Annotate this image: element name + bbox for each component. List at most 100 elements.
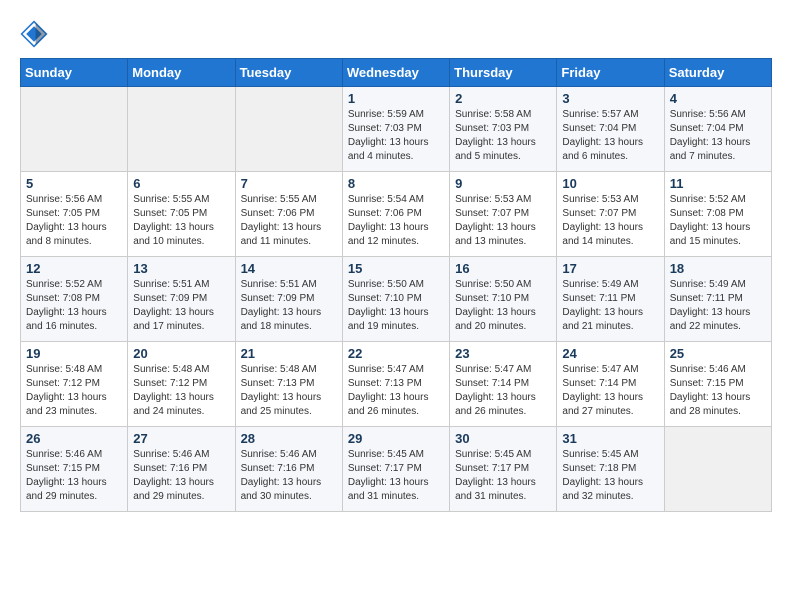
day-number: 10	[562, 176, 658, 191]
calendar-week-row: 26 Sunrise: 5:46 AM Sunset: 7:15 PM Dayli…	[21, 427, 772, 512]
weekday-header-cell: Sunday	[21, 59, 128, 87]
calendar-cell: 24 Sunrise: 5:47 AM Sunset: 7:14 PM Dayli…	[557, 342, 664, 427]
day-number: 25	[670, 346, 766, 361]
calendar-cell: 15 Sunrise: 5:50 AM Sunset: 7:10 PM Dayli…	[342, 257, 449, 342]
calendar-cell: 8 Sunrise: 5:54 AM Sunset: 7:06 PM Daylig…	[342, 172, 449, 257]
day-info: Sunrise: 5:47 AM Sunset: 7:14 PM Dayligh…	[562, 363, 658, 419]
day-info: Sunrise: 5:48 AM Sunset: 7:12 PM Dayligh…	[133, 363, 229, 419]
weekday-header-cell: Monday	[128, 59, 235, 87]
weekday-header-cell: Wednesday	[342, 59, 449, 87]
calendar-week-row: 19 Sunrise: 5:48 AM Sunset: 7:12 PM Dayli…	[21, 342, 772, 427]
day-number: 11	[670, 176, 766, 191]
weekday-header-cell: Tuesday	[235, 59, 342, 87]
day-info: Sunrise: 5:48 AM Sunset: 7:12 PM Dayligh…	[26, 363, 122, 419]
calendar-cell: 20 Sunrise: 5:48 AM Sunset: 7:12 PM Dayli…	[128, 342, 235, 427]
calendar-cell: 29 Sunrise: 5:45 AM Sunset: 7:17 PM Dayli…	[342, 427, 449, 512]
logo	[20, 20, 50, 48]
calendar-cell: 23 Sunrise: 5:47 AM Sunset: 7:14 PM Dayli…	[450, 342, 557, 427]
weekday-header-cell: Thursday	[450, 59, 557, 87]
calendar-cell: 10 Sunrise: 5:53 AM Sunset: 7:07 PM Dayli…	[557, 172, 664, 257]
calendar-cell: 14 Sunrise: 5:51 AM Sunset: 7:09 PM Dayli…	[235, 257, 342, 342]
day-info: Sunrise: 5:56 AM Sunset: 7:04 PM Dayligh…	[670, 108, 766, 164]
day-number: 3	[562, 91, 658, 106]
day-number: 30	[455, 431, 551, 446]
day-number: 14	[241, 261, 337, 276]
calendar-cell: 16 Sunrise: 5:50 AM Sunset: 7:10 PM Dayli…	[450, 257, 557, 342]
day-info: Sunrise: 5:54 AM Sunset: 7:06 PM Dayligh…	[348, 193, 444, 249]
day-info: Sunrise: 5:49 AM Sunset: 7:11 PM Dayligh…	[562, 278, 658, 334]
day-number: 7	[241, 176, 337, 191]
day-number: 28	[241, 431, 337, 446]
calendar-cell: 6 Sunrise: 5:55 AM Sunset: 7:05 PM Daylig…	[128, 172, 235, 257]
day-info: Sunrise: 5:45 AM Sunset: 7:17 PM Dayligh…	[348, 448, 444, 504]
day-number: 31	[562, 431, 658, 446]
day-info: Sunrise: 5:52 AM Sunset: 7:08 PM Dayligh…	[26, 278, 122, 334]
day-number: 24	[562, 346, 658, 361]
day-number: 5	[26, 176, 122, 191]
page-header	[20, 20, 772, 48]
calendar-cell	[235, 87, 342, 172]
day-info: Sunrise: 5:50 AM Sunset: 7:10 PM Dayligh…	[455, 278, 551, 334]
calendar-cell: 9 Sunrise: 5:53 AM Sunset: 7:07 PM Daylig…	[450, 172, 557, 257]
day-number: 19	[26, 346, 122, 361]
calendar-cell: 1 Sunrise: 5:59 AM Sunset: 7:03 PM Daylig…	[342, 87, 449, 172]
day-number: 29	[348, 431, 444, 446]
day-number: 22	[348, 346, 444, 361]
day-info: Sunrise: 5:48 AM Sunset: 7:13 PM Dayligh…	[241, 363, 337, 419]
day-number: 21	[241, 346, 337, 361]
day-number: 16	[455, 261, 551, 276]
day-info: Sunrise: 5:47 AM Sunset: 7:14 PM Dayligh…	[455, 363, 551, 419]
calendar-cell	[21, 87, 128, 172]
day-number: 12	[26, 261, 122, 276]
calendar-cell: 11 Sunrise: 5:52 AM Sunset: 7:08 PM Dayli…	[664, 172, 771, 257]
day-info: Sunrise: 5:47 AM Sunset: 7:13 PM Dayligh…	[348, 363, 444, 419]
day-number: 4	[670, 91, 766, 106]
calendar-cell: 17Sunrise: 5:49 AM Sunset: 7:11 PM Dayli…	[557, 257, 664, 342]
calendar-cell: 25 Sunrise: 5:46 AM Sunset: 7:15 PM Dayli…	[664, 342, 771, 427]
day-number: 23	[455, 346, 551, 361]
day-info: Sunrise: 5:51 AM Sunset: 7:09 PM Dayligh…	[241, 278, 337, 334]
logo-icon	[20, 20, 48, 48]
calendar-week-row: 12 Sunrise: 5:52 AM Sunset: 7:08 PM Dayli…	[21, 257, 772, 342]
day-number: 26	[26, 431, 122, 446]
calendar-cell: 5Sunrise: 5:56 AM Sunset: 7:05 PM Daylig…	[21, 172, 128, 257]
calendar-cell: 18Sunrise: 5:49 AM Sunset: 7:11 PM Dayli…	[664, 257, 771, 342]
day-info: Sunrise: 5:58 AM Sunset: 7:03 PM Dayligh…	[455, 108, 551, 164]
calendar-body: 1 Sunrise: 5:59 AM Sunset: 7:03 PM Daylig…	[21, 87, 772, 512]
calendar-cell: 22 Sunrise: 5:47 AM Sunset: 7:13 PM Dayli…	[342, 342, 449, 427]
calendar-cell: 31 Sunrise: 5:45 AM Sunset: 7:18 PM Dayli…	[557, 427, 664, 512]
day-number: 13	[133, 261, 229, 276]
day-info: Sunrise: 5:46 AM Sunset: 7:16 PM Dayligh…	[241, 448, 337, 504]
day-info: Sunrise: 5:59 AM Sunset: 7:03 PM Dayligh…	[348, 108, 444, 164]
calendar-week-row: 1 Sunrise: 5:59 AM Sunset: 7:03 PM Daylig…	[21, 87, 772, 172]
day-number: 20	[133, 346, 229, 361]
day-number: 6	[133, 176, 229, 191]
day-info: Sunrise: 5:50 AM Sunset: 7:10 PM Dayligh…	[348, 278, 444, 334]
day-info: Sunrise: 5:55 AM Sunset: 7:06 PM Dayligh…	[241, 193, 337, 249]
day-number: 1	[348, 91, 444, 106]
calendar-cell: 19 Sunrise: 5:48 AM Sunset: 7:12 PM Dayli…	[21, 342, 128, 427]
day-number: 9	[455, 176, 551, 191]
calendar-cell: 3Sunrise: 5:57 AM Sunset: 7:04 PM Daylig…	[557, 87, 664, 172]
day-number: 8	[348, 176, 444, 191]
day-info: Sunrise: 5:46 AM Sunset: 7:15 PM Dayligh…	[670, 363, 766, 419]
calendar-cell: 12 Sunrise: 5:52 AM Sunset: 7:08 PM Dayli…	[21, 257, 128, 342]
day-info: Sunrise: 5:46 AM Sunset: 7:15 PM Dayligh…	[26, 448, 122, 504]
calendar-table: SundayMondayTuesdayWednesdayThursdayFrid…	[20, 58, 772, 512]
day-info: Sunrise: 5:52 AM Sunset: 7:08 PM Dayligh…	[670, 193, 766, 249]
day-info: Sunrise: 5:53 AM Sunset: 7:07 PM Dayligh…	[455, 193, 551, 249]
day-info: Sunrise: 5:53 AM Sunset: 7:07 PM Dayligh…	[562, 193, 658, 249]
day-number: 27	[133, 431, 229, 446]
day-info: Sunrise: 5:45 AM Sunset: 7:17 PM Dayligh…	[455, 448, 551, 504]
day-number: 2	[455, 91, 551, 106]
calendar-cell	[664, 427, 771, 512]
day-number: 15	[348, 261, 444, 276]
day-info: Sunrise: 5:55 AM Sunset: 7:05 PM Dayligh…	[133, 193, 229, 249]
calendar-cell: 2 Sunrise: 5:58 AM Sunset: 7:03 PM Daylig…	[450, 87, 557, 172]
day-number: 18	[670, 261, 766, 276]
calendar-cell	[128, 87, 235, 172]
weekday-header-cell: Friday	[557, 59, 664, 87]
calendar-cell: 4 Sunrise: 5:56 AM Sunset: 7:04 PM Daylig…	[664, 87, 771, 172]
calendar-week-row: 5Sunrise: 5:56 AM Sunset: 7:05 PM Daylig…	[21, 172, 772, 257]
day-info: Sunrise: 5:45 AM Sunset: 7:18 PM Dayligh…	[562, 448, 658, 504]
